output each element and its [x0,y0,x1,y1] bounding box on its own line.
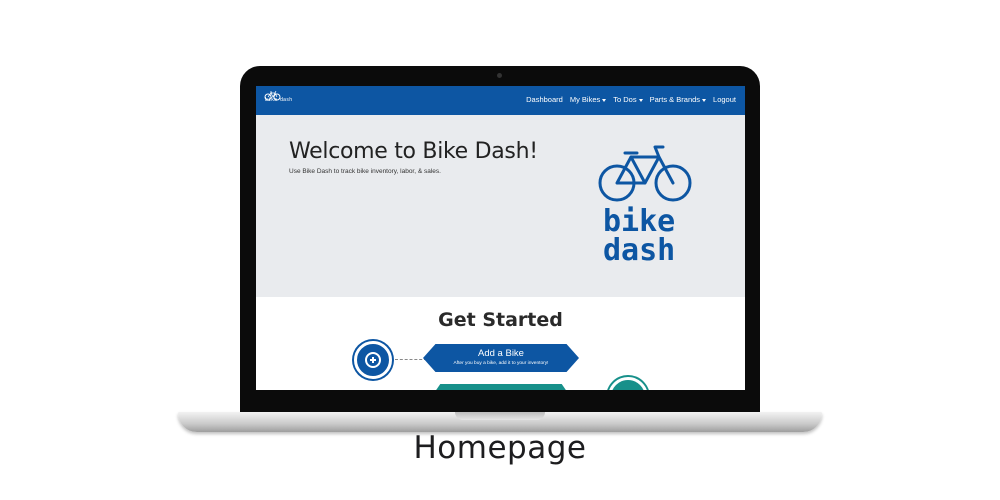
nav-dashboard[interactable]: Dashboard [526,95,563,104]
connector-line [395,359,427,360]
caption: Homepage [413,430,587,466]
add-bike-button[interactable]: Add a Bike After you buy a bike, add it … [423,344,579,372]
nav-parts-brands-label: Parts & Brands [649,95,701,104]
navbar: bike dash Dashboard My Bikes To Dos Part… [256,86,745,115]
nav-my-bikes[interactable]: My Bikes [569,95,607,104]
add-bike-circle[interactable] [354,341,392,379]
add-bike-title: Add a Bike [478,348,524,359]
logo-line-bike: bike [603,204,676,239]
nav-to-dos[interactable]: To Dos [613,95,643,104]
nav-my-bikes-label: My Bikes [569,95,601,104]
hero-subtitle: Use Bike Dash to track bike inventory, l… [289,168,441,175]
next-step-circle[interactable] [608,377,648,390]
next-step-banner[interactable] [432,384,570,390]
nav-logout-label: Logout [713,95,736,104]
get-started-title: Get Started [438,309,563,331]
hero-logo-text: bike dash [603,204,676,268]
camera-icon [497,73,502,78]
logo-line-dash: dash [603,233,676,268]
caret-down-icon [638,98,643,102]
bicycle-icon [598,145,692,202]
nav-dashboard-label: Dashboard [526,95,563,104]
laptop-notch [455,412,545,420]
caret-down-icon [702,98,707,102]
get-started-section: Get Started Add a Bike After you buy a b… [256,297,745,390]
nav-logout[interactable]: Logout [713,95,736,104]
nav-parts-brands[interactable]: Parts & Brands [649,95,707,104]
add-bike-subtitle: After you buy a bike, add it to your inv… [453,361,549,366]
hero-logo: bike dash [597,145,693,295]
laptop-screen: bike dash Dashboard My Bikes To Dos Part… [256,86,745,390]
plus-icon [365,352,381,368]
caret-down-icon [602,98,607,102]
hero-title: Welcome to Bike Dash! [289,139,538,164]
nav-links: Dashboard My Bikes To Dos Parts & Brands… [526,95,736,104]
brand-text[interactable]: bike dash [265,98,292,103]
nav-to-dos-label: To Dos [613,95,637,104]
hero-section: Welcome to Bike Dash! Use Bike Dash to t… [256,115,745,297]
